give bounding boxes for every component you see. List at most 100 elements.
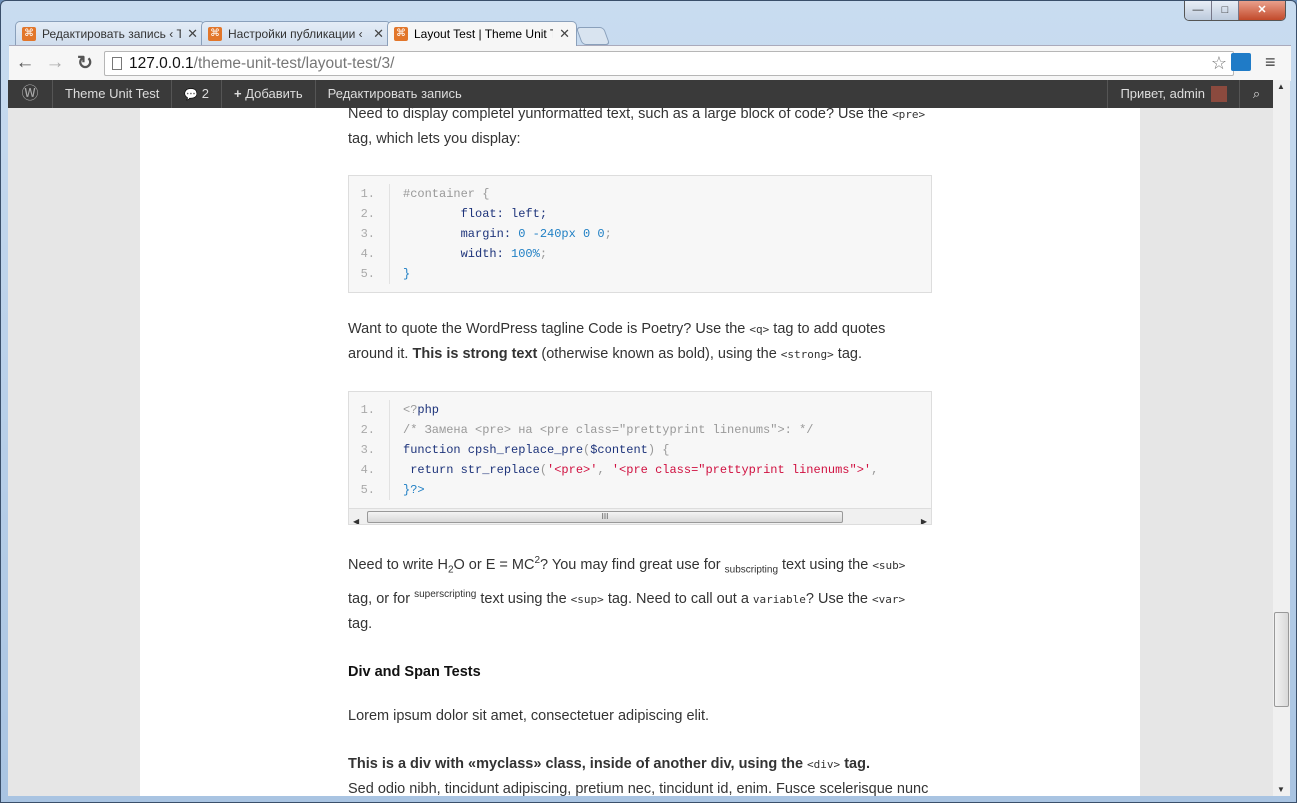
admin-bar-comments[interactable]: 💬 2 [172,80,222,108]
code-lines: <?php /* Замена <pre> на <pre class="pret… [390,400,878,500]
text: tag. [348,615,373,632]
code-token: $content [590,443,648,457]
chrome-menu-icon[interactable]: ≡ [1265,52,1276,73]
admin-bar-add-new[interactable]: + Добавить [222,80,316,108]
scrollbar-thumb[interactable]: III [367,511,843,523]
tab-strip: ⌘ Редактировать запись ‹ T ✕ ⌘ Настройки пу… [15,21,611,46]
forward-button[interactable]: → [43,52,67,74]
text: tag, which lets you display: [348,131,521,147]
line-number: 1. [360,187,375,201]
code-line: }?> [403,480,878,500]
text: tag. [840,755,870,772]
tab-title: Layout Test | Theme Unit T [414,27,554,41]
admin-bar-account[interactable]: Привет, admin [1107,80,1239,108]
text: This is a div with «myclass» class, insi… [348,755,808,772]
subscript: subscripting [724,564,778,576]
code-line: function cpsh_replace_pre($content) { [403,440,878,460]
line-number: 4. [360,463,375,477]
text: text using the [476,590,571,607]
text: tag. Need to call out a [603,590,753,607]
comment-icon: 💬 [184,89,199,101]
line-number: 3. [360,227,375,241]
code-block-css: 1. 2. 3. 4. 5. #container { float: left; marg… [348,175,932,293]
inline-code: <sub> [872,558,906,572]
scrollbar-thumb[interactable] [1274,612,1289,707]
tab-layout-test[interactable]: ⌘ Layout Test | Theme Unit T ✕ [387,21,577,46]
section-heading: Div and Span Tests [348,663,481,680]
text: Need to display completel yunformatted t… [348,108,893,122]
strong-text: This is strong text [412,346,538,362]
avatar [1211,86,1227,102]
code-token: float: left; [403,207,548,221]
xampp-favicon-icon: ⌘ [208,27,222,41]
close-window-button[interactable]: ✕ [1239,1,1285,20]
text: Need to write H [348,556,448,573]
text: (otherwise known as bold), using the [537,346,781,362]
code-token: <? [403,403,418,417]
line-number: 5. [360,267,375,281]
code-line: } [403,264,612,284]
admin-bar-edit-post[interactable]: Редактировать запись [316,80,474,108]
text: tag, or for [348,590,415,607]
lorem-paragraph: Lorem ipsum dolor sit amet, consectetuer… [348,707,710,724]
code-token: #container { [403,187,490,201]
post-content: Need to display completel yunformatted t… [348,108,932,796]
greeting: Привет, admin [1120,86,1205,101]
code-token: /* Замена <pre> на <pre class="prettypri… [403,423,814,437]
admin-bar-site-name[interactable]: Theme Unit Test [53,80,173,108]
inline-code: <sup> [570,592,604,606]
vertical-scrollbar[interactable]: ▲ ▼ [1273,80,1290,796]
tab-close-icon[interactable]: ✕ [559,26,570,42]
code-lines: #container { float: left; margin: 0 -240… [390,184,612,284]
code-token: 100% [511,247,540,261]
pre-paragraph: Need to display completel yunformatted t… [348,108,932,151]
tab-edit-post[interactable]: ⌘ Редактировать запись ‹ T ✕ [15,21,205,46]
tab-title: Редактировать запись ‹ T [42,27,182,41]
code-token: '<pre class="prettyprint linenums">' [611,463,872,477]
wordpress-logo-icon[interactable]: Ⓦ [8,80,53,108]
code-line: float: left; [403,204,612,224]
line-number: 2. [360,423,375,437]
text: ? You may find great use for [540,556,725,573]
reload-button[interactable]: ↻ [73,52,97,75]
code-token: ( [539,463,548,477]
code-line: <?php [403,400,878,420]
tab-close-icon[interactable]: ✕ [187,26,198,42]
url-host: 127.0.0.1 [129,55,194,72]
xampp-favicon-icon: ⌘ [22,27,36,41]
line-number: 5. [360,483,375,497]
back-button[interactable]: ← [13,52,37,74]
inline-code: <div> [807,757,841,771]
scroll-up-arrow-icon[interactable]: ▲ [1277,82,1285,91]
xampp-favicon-icon: ⌘ [394,27,408,41]
code-line: margin: 0 -240px 0 0; [403,224,612,244]
horizontal-scrollbar[interactable]: ◀ III ▶ [349,508,931,524]
text: text using the [778,556,873,573]
tab-close-icon[interactable]: ✕ [373,26,384,42]
address-bar[interactable]: 127.0.0.1/theme-unit-test/layout-test/3/… [104,51,1234,76]
minimize-button[interactable]: — [1185,1,1212,20]
sub-sup-paragraph: Need to write H2O or E = MC2? You may fi… [348,549,932,636]
code-line: return str_replace('<pre>', '<pre class=… [403,460,878,480]
superscript: superscripting [414,588,477,600]
code-token: 0 -240px 0 0 [518,227,605,241]
window-controls: — □ ✕ [1184,1,1286,21]
code-token: ; [604,227,612,241]
bookmark-star-icon[interactable]: ☆ [1211,52,1227,75]
quote-paragraph: Want to quote the WordPress tagline Code… [348,317,932,367]
maximize-button[interactable]: □ [1212,1,1239,20]
admin-bar-search-icon[interactable]: ⌕ [1239,80,1273,108]
new-tab-button[interactable] [575,27,611,45]
scroll-left-arrow-icon[interactable]: ◀ [353,510,359,524]
line-number: 2. [360,207,375,221]
content-column: Need to display completel yunformatted t… [140,108,1140,796]
scroll-down-arrow-icon[interactable]: ▼ [1277,785,1285,794]
tab-publish-settings[interactable]: ⌘ Настройки публикации ‹ ✕ [201,21,391,46]
code-token: , [871,463,879,477]
wp-admin-bar: Ⓦ Theme Unit Test 💬 2 + Добавить Редакти… [8,80,1273,108]
scroll-right-arrow-icon[interactable]: ▶ [921,510,927,524]
extension-icon[interactable] [1231,53,1251,71]
code-token: function cpsh_replace_pre [403,443,584,457]
var-text: variable [752,592,806,606]
myclass-div: This is a div with «myclass» class, insi… [348,752,932,796]
